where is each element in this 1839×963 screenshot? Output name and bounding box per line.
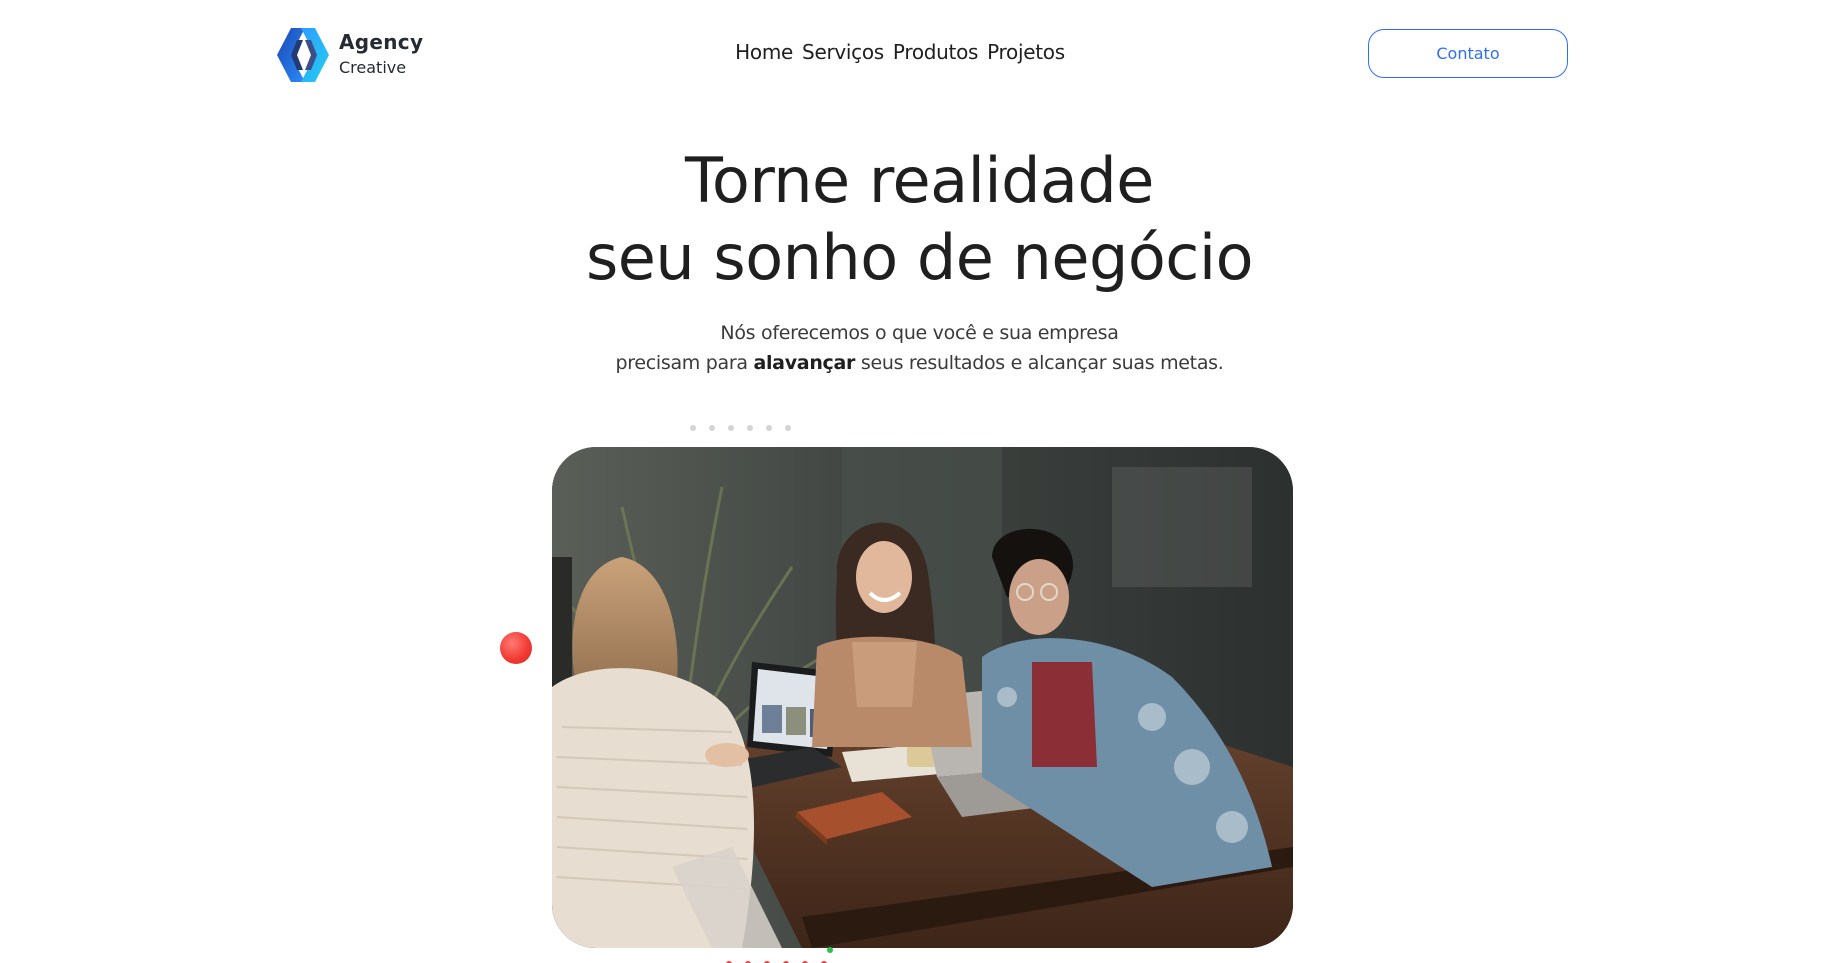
hero-title: Torne realidade seu sonho de negócio [0,142,1839,296]
hero-image-team-meeting [552,447,1293,948]
nav-item-home[interactable]: Home [735,40,793,70]
decorative-red-ball [500,632,532,664]
nav-item-projetos[interactable]: Projetos [987,40,1065,70]
hexagon-chevrons-logo-icon [277,28,329,82]
hero-title-line-2: seu sonho de negócio [585,221,1254,294]
decorative-dots-top [690,425,791,431]
hero-subtitle-line-1: Nós oferecemos o que você e sua empresa [720,322,1119,344]
brand-logo[interactable]: Agency Creative [275,28,435,84]
nav-item-produtos[interactable]: Produtos [893,40,979,70]
contact-button[interactable]: Contato [1368,29,1568,78]
hero-subtitle: Nós oferecemos o que você e sua empresa … [0,318,1839,378]
nav-item-servicos[interactable]: Serviços [802,40,884,70]
hero-subtitle-line-2: precisam para alavançar seus resultados … [0,348,1839,378]
hero-subtitle-text-after: seus resultados e alcançar suas metas. [855,352,1224,374]
brand-tagline: Creative [339,58,407,77]
hero-subtitle-emphasis: alavançar [753,352,856,374]
main-nav: Home Serviços Produtos Projetos [730,40,1070,70]
hero-subtitle-text-before: precisam para [615,352,754,374]
hero-title-line-1: Torne realidade [685,144,1154,217]
decorative-green-dot [827,947,833,953]
landing-page: Agency Creative Home Serviços Produtos P… [0,0,1839,963]
team-photo-illustration [552,447,1293,948]
brand-name: Agency [339,30,424,54]
